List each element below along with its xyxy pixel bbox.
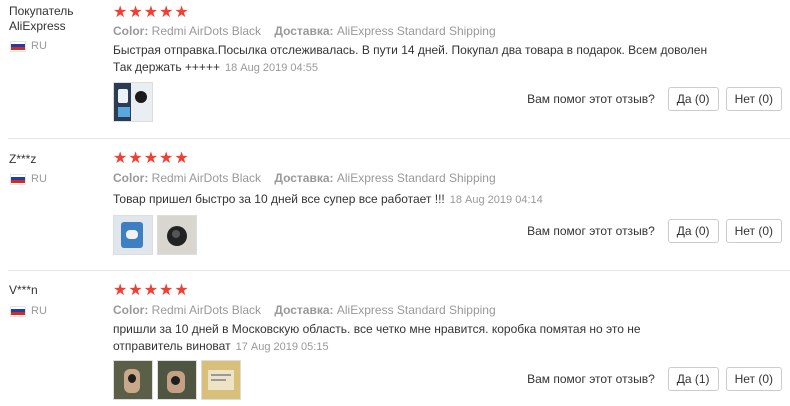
photo-box-thumb[interactable]: [113, 215, 153, 255]
helpful-no-button[interactable]: Нет (0): [725, 219, 782, 243]
review-item: Z***z RU ★★★★★ Color: Redmi AirDots Blac…: [0, 139, 790, 270]
helpful-question: Вам помог этот отзыв?: [527, 372, 655, 386]
russia-flag-icon: [10, 305, 26, 317]
review-text-block: Быстрая отправка.Посылка отслеживалась. …: [113, 42, 713, 77]
color-label: Color:: [113, 24, 149, 38]
review-text-block: пришли за 10 дней в Московскую область. …: [113, 321, 713, 356]
country-code: RU: [31, 173, 47, 185]
color-label: Color:: [113, 171, 149, 185]
color-value: Redmi AirDots Black: [151, 303, 262, 317]
helpful-yes-button[interactable]: Да (1): [667, 367, 719, 391]
review-text: Товар пришел быстро за 10 дней все супер…: [113, 192, 445, 206]
review-attributes: Color: Redmi AirDots Black Доставка: Ali…: [113, 171, 506, 185]
russia-flag-icon: [10, 173, 26, 185]
photo-box-thumb[interactable]: [113, 82, 153, 122]
photo-hand-thumb[interactable]: [113, 360, 153, 400]
rating-stars: ★★★★★: [113, 282, 190, 299]
helpful-controls: Вам помог этот отзыв? Да (0) Нет (0): [527, 219, 782, 243]
review-text: пришли за 10 дней в Московскую область. …: [113, 322, 641, 353]
shipping-value: AliExpress Standard Shipping: [336, 24, 496, 38]
buyer-country: RU: [10, 40, 47, 52]
photo-earbuds-thumb[interactable]: [157, 215, 197, 255]
shipping-label: Доставка:: [274, 303, 334, 317]
color-label: Color:: [113, 303, 149, 317]
helpful-controls: Вам помог этот отзыв? Да (0) Нет (0): [527, 87, 782, 111]
review-date: 18 Aug 2019 04:55: [224, 62, 318, 74]
shipping-label: Доставка:: [274, 171, 334, 185]
helpful-yes-button[interactable]: Да (0): [667, 219, 719, 243]
helpful-controls: Вам помог этот отзыв? Да (1) Нет (0): [527, 367, 782, 391]
color-value: Redmi AirDots Black: [151, 171, 262, 185]
helpful-no-button[interactable]: Нет (0): [725, 87, 782, 111]
review-photos: [113, 82, 157, 122]
country-code: RU: [31, 305, 47, 317]
review-item: V***n RU ★★★★★ Color: Redmi AirDots Blac…: [0, 271, 790, 406]
review-photos: [113, 215, 201, 255]
buyer-country: RU: [10, 305, 47, 317]
photo-package-thumb[interactable]: [201, 360, 241, 400]
shipping-value: AliExpress Standard Shipping: [336, 171, 496, 185]
review-text: Быстрая отправка.Посылка отслеживалась. …: [113, 43, 708, 74]
review-date: 18 Aug 2019 04:14: [449, 194, 543, 206]
helpful-question: Вам помог этот отзыв?: [527, 92, 655, 106]
buyer-name: V***n: [9, 283, 38, 297]
rating-stars: ★★★★★: [113, 4, 190, 21]
review-attributes: Color: Redmi AirDots Black Доставка: Ali…: [113, 303, 506, 317]
russia-flag-icon: [10, 40, 26, 52]
review-text-block: Товар пришел быстро за 10 дней все супер…: [113, 191, 713, 209]
helpful-yes-button[interactable]: Да (0): [667, 87, 719, 111]
buyer-country: RU: [10, 173, 47, 185]
buyer-name: Z***z: [9, 152, 37, 166]
helpful-question: Вам помог этот отзыв?: [527, 224, 655, 238]
buyer-name: Покупатель AliExpress: [9, 4, 74, 33]
helpful-no-button[interactable]: Нет (0): [725, 367, 782, 391]
color-value: Redmi AirDots Black: [151, 24, 262, 38]
rating-stars: ★★★★★: [113, 150, 190, 167]
photo-hand-thumb[interactable]: [157, 360, 197, 400]
review-item: Покупатель AliExpress RU ★★★★★ Color: Re…: [0, 0, 790, 138]
review-attributes: Color: Redmi AirDots Black Доставка: Ali…: [113, 24, 506, 38]
country-code: RU: [31, 40, 47, 52]
review-photos: [113, 360, 245, 400]
review-date: 17 Aug 2019 05:15: [235, 341, 329, 353]
shipping-label: Доставка:: [274, 24, 334, 38]
shipping-value: AliExpress Standard Shipping: [336, 303, 496, 317]
